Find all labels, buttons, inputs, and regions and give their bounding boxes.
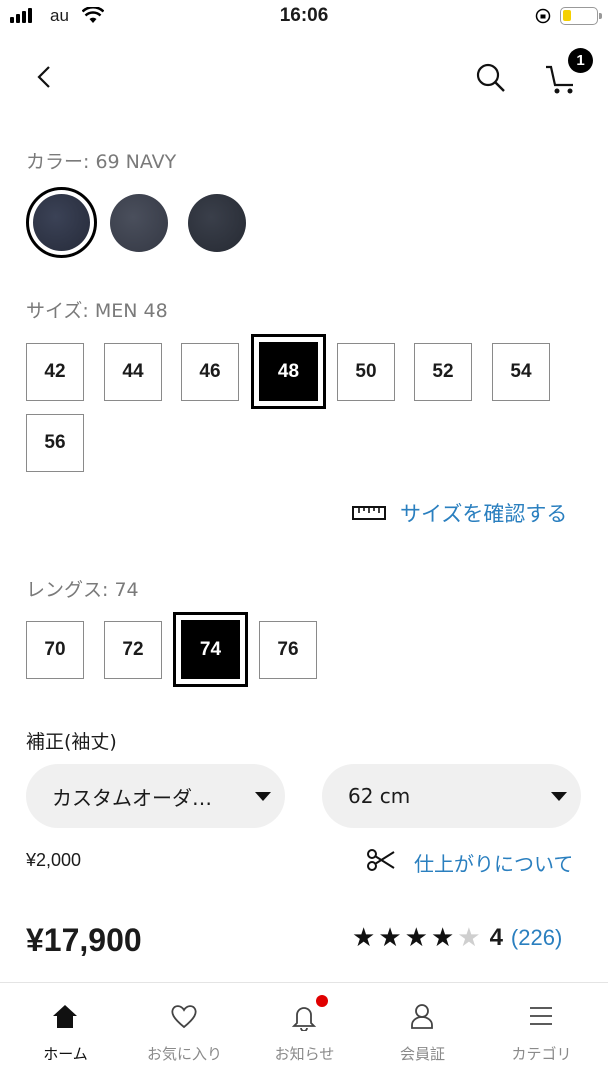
clock: 16:06 <box>279 5 329 26</box>
size-chip-label: 56 <box>44 432 66 453</box>
alteration-length-value: 62 cm <box>348 784 411 808</box>
size-chip[interactable]: 44 <box>104 343 162 401</box>
size-check-link[interactable]: サイズを確認する <box>400 498 567 528</box>
size-chip[interactable]: 50 <box>337 343 395 401</box>
star-icon: ★ <box>430 922 455 952</box>
size-chip[interactable]: 56 <box>26 414 84 472</box>
star-empty-icon: ★ <box>457 922 481 952</box>
tab-favorites[interactable]: お気に入り <box>124 983 245 1080</box>
cart-count-badge: 1 <box>568 48 593 73</box>
orientation-lock-icon <box>535 8 551 24</box>
size-label: サイズ: MEN 48 <box>26 300 168 322</box>
nav-bar: 1 <box>0 46 608 110</box>
size-chip[interactable]: 46 <box>181 343 239 401</box>
review-count[interactable]: (226) <box>511 925 562 951</box>
notification-dot <box>316 995 328 1007</box>
size-chip-selected[interactable]: 48 <box>251 334 326 409</box>
bell-icon <box>291 1007 317 1031</box>
home-icon <box>53 1005 77 1028</box>
finish-info-link[interactable]: 仕上がりについて <box>414 848 573 877</box>
status-bar: au 16:06 <box>0 0 608 34</box>
battery-icon <box>560 7 602 25</box>
star-icon: ★ <box>352 922 376 952</box>
alteration-label: 補正(袖丈) <box>26 731 117 753</box>
search-icon[interactable] <box>474 61 508 95</box>
rating[interactable]: ★ ★ ★ ★ ★ 4 (226) <box>352 922 562 953</box>
tab-categories[interactable]: カテゴリ <box>481 983 602 1080</box>
alteration-fee: ¥2,000 <box>26 850 82 870</box>
rating-score: 4 <box>489 923 503 951</box>
length-chip[interactable]: 70 <box>26 621 84 679</box>
back-arrow-icon[interactable] <box>30 62 60 92</box>
tab-label: カテゴリ <box>511 1045 572 1063</box>
length-chip-label: 72 <box>122 639 144 660</box>
tab-label: お知らせ <box>274 1045 335 1063</box>
alteration-type-value: カスタムオーダ… <box>52 785 212 810</box>
length-chip-selected[interactable]: 74 <box>173 612 248 687</box>
length-chip[interactable]: 76 <box>259 621 317 679</box>
chevron-down-icon <box>255 792 271 801</box>
alteration-type-select[interactable]: カスタムオーダ… <box>26 764 285 828</box>
size-chip-label: 54 <box>510 361 532 382</box>
tab-notifications[interactable]: お知らせ <box>244 983 365 1080</box>
size-chip-label: 52 <box>432 361 454 382</box>
menu-icon <box>530 1007 552 1025</box>
size-chip-label: 48 <box>277 360 300 382</box>
size-chip-label: 42 <box>44 361 66 382</box>
bottom-tab-bar: ホーム お気に入り お知らせ 会員証 カテゴリ <box>0 982 608 1080</box>
color-swatch-selected[interactable] <box>26 187 97 258</box>
chevron-down-icon <box>551 792 567 801</box>
length-chip-label: 74 <box>199 638 222 660</box>
length-chip[interactable]: 72 <box>104 621 162 679</box>
tab-label: ホーム <box>43 1045 88 1063</box>
heart-icon <box>171 1005 197 1029</box>
star-icon: ★ <box>378 922 402 952</box>
size-chip-label: 46 <box>199 361 221 382</box>
ruler-icon <box>352 506 386 520</box>
scissors-icon <box>367 849 395 871</box>
size-chip-label: 44 <box>122 361 144 382</box>
star-icon: ★ <box>404 922 428 952</box>
size-chip-label: 50 <box>355 361 377 382</box>
color-label: カラー: 69 NAVY <box>26 151 177 173</box>
person-icon <box>411 1004 433 1029</box>
length-label: レングス: 74 <box>26 579 139 601</box>
color-swatch[interactable] <box>110 194 168 252</box>
tab-label: 会員証 <box>399 1045 445 1063</box>
alteration-length-select[interactable]: 62 cm <box>322 764 581 828</box>
length-chip-label: 70 <box>44 639 66 660</box>
product-price: ¥17,900 <box>26 922 142 958</box>
tab-label: お気に入り <box>146 1045 222 1063</box>
tab-member-card[interactable]: 会員証 <box>362 983 483 1080</box>
size-chip[interactable]: 52 <box>414 343 472 401</box>
color-swatch[interactable] <box>188 194 246 252</box>
size-chip[interactable]: 42 <box>26 343 84 401</box>
length-chip-label: 76 <box>277 639 299 660</box>
tab-home[interactable]: ホーム <box>5 983 126 1080</box>
size-chip[interactable]: 54 <box>492 343 550 401</box>
